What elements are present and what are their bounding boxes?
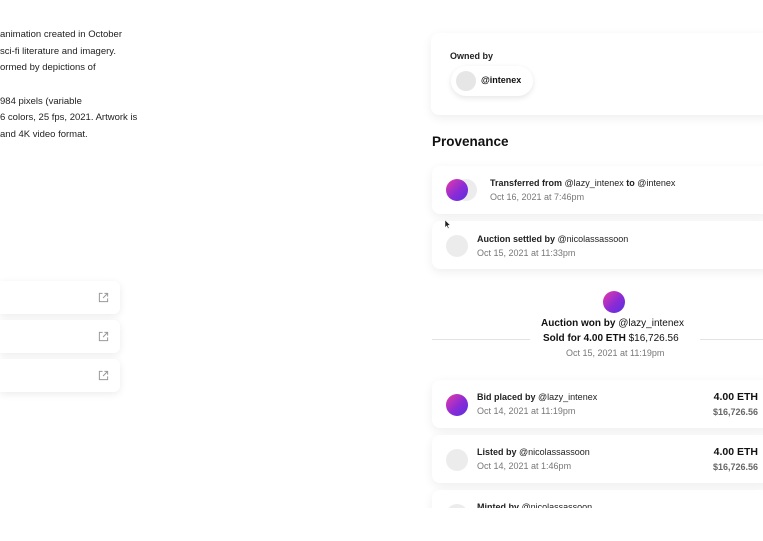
provenance-title: Provenance <box>432 134 509 149</box>
price-usd: $16,726.56 <box>712 462 758 472</box>
description-line: 6 colors, 25 fps, 2021. Artwork is <box>0 112 138 123</box>
event-date[interactable]: Oct 15, 2021 at 11:19pm <box>566 348 664 358</box>
description-line: sci-fi literature and imagery. <box>0 45 116 57</box>
avatar[interactable] <box>446 449 468 471</box>
avatar[interactable] <box>446 394 468 416</box>
external-link-row[interactable] <box>0 320 120 353</box>
external-link-icon[interactable] <box>98 331 109 342</box>
owner-username[interactable]: @intenex <box>481 75 521 85</box>
event-text: Bid placed by @lazy_intenex <box>477 392 598 402</box>
user-link[interactable]: @lazy_intenex <box>565 178 624 188</box>
page-footer-area <box>0 508 763 541</box>
avatar[interactable] <box>446 179 468 201</box>
user-link[interactable]: @nicolassassoon <box>558 234 629 244</box>
avatar <box>456 71 476 91</box>
external-link-icon[interactable] <box>98 292 109 303</box>
event-text: Transferred from @lazy_intenex to @inten… <box>490 178 676 188</box>
event-date[interactable]: Oct 15, 2021 at 11:33pm <box>477 248 575 258</box>
event-date[interactable]: Oct 16, 2021 at 7:46pm <box>490 192 584 202</box>
event-text: Listed by @nicolassassoon <box>477 447 590 457</box>
divider <box>432 339 530 340</box>
user-link[interactable]: @intenex <box>637 178 675 188</box>
user-link[interactable]: @nicolassassoon <box>519 447 590 457</box>
user-link[interactable]: @lazy_intenex <box>538 392 597 402</box>
description-line: ormed by depictions of <box>0 62 96 73</box>
description-line: 984 pixels (variable <box>0 95 82 107</box>
divider <box>700 339 763 340</box>
owner-chip[interactable]: @intenex <box>451 66 533 96</box>
owner-card: Owned by @intenex <box>431 33 763 115</box>
external-link-row[interactable] <box>0 359 120 392</box>
description-line: animation created in October <box>0 29 122 40</box>
external-link-icon[interactable] <box>98 370 109 381</box>
mouse-cursor-icon <box>445 220 451 229</box>
price-usd: $16,726.56 <box>712 407 758 417</box>
description-line: and 4K video format. <box>0 128 88 140</box>
provenance-event-settled: Auction settled by @nicolassassoon Oct 1… <box>432 221 763 269</box>
owned-by-label: Owned by <box>450 51 494 61</box>
provenance-event-bid: Bid placed by @lazy_intenex Oct 14, 2021… <box>432 380 763 428</box>
user-link[interactable]: @lazy_intenex <box>618 318 684 329</box>
external-link-row[interactable] <box>0 281 120 314</box>
avatar[interactable] <box>603 291 625 313</box>
event-text: Auction settled by @nicolassassoon <box>477 234 629 244</box>
artwork-description: animation created in October sci-fi lite… <box>0 27 150 143</box>
price-eth: 4.00 ETH <box>713 391 758 403</box>
price-eth: 4.00 ETH <box>713 446 758 458</box>
provenance-event-transfer: Transferred from @lazy_intenex to @inten… <box>432 166 763 214</box>
event-date[interactable]: Oct 14, 2021 at 11:19pm <box>477 406 575 416</box>
avatar[interactable] <box>446 235 468 257</box>
provenance-event-listed: Listed by @nicolassassoon Oct 14, 2021 a… <box>432 435 763 483</box>
event-date[interactable]: Oct 14, 2021 at 1:46pm <box>477 461 571 471</box>
